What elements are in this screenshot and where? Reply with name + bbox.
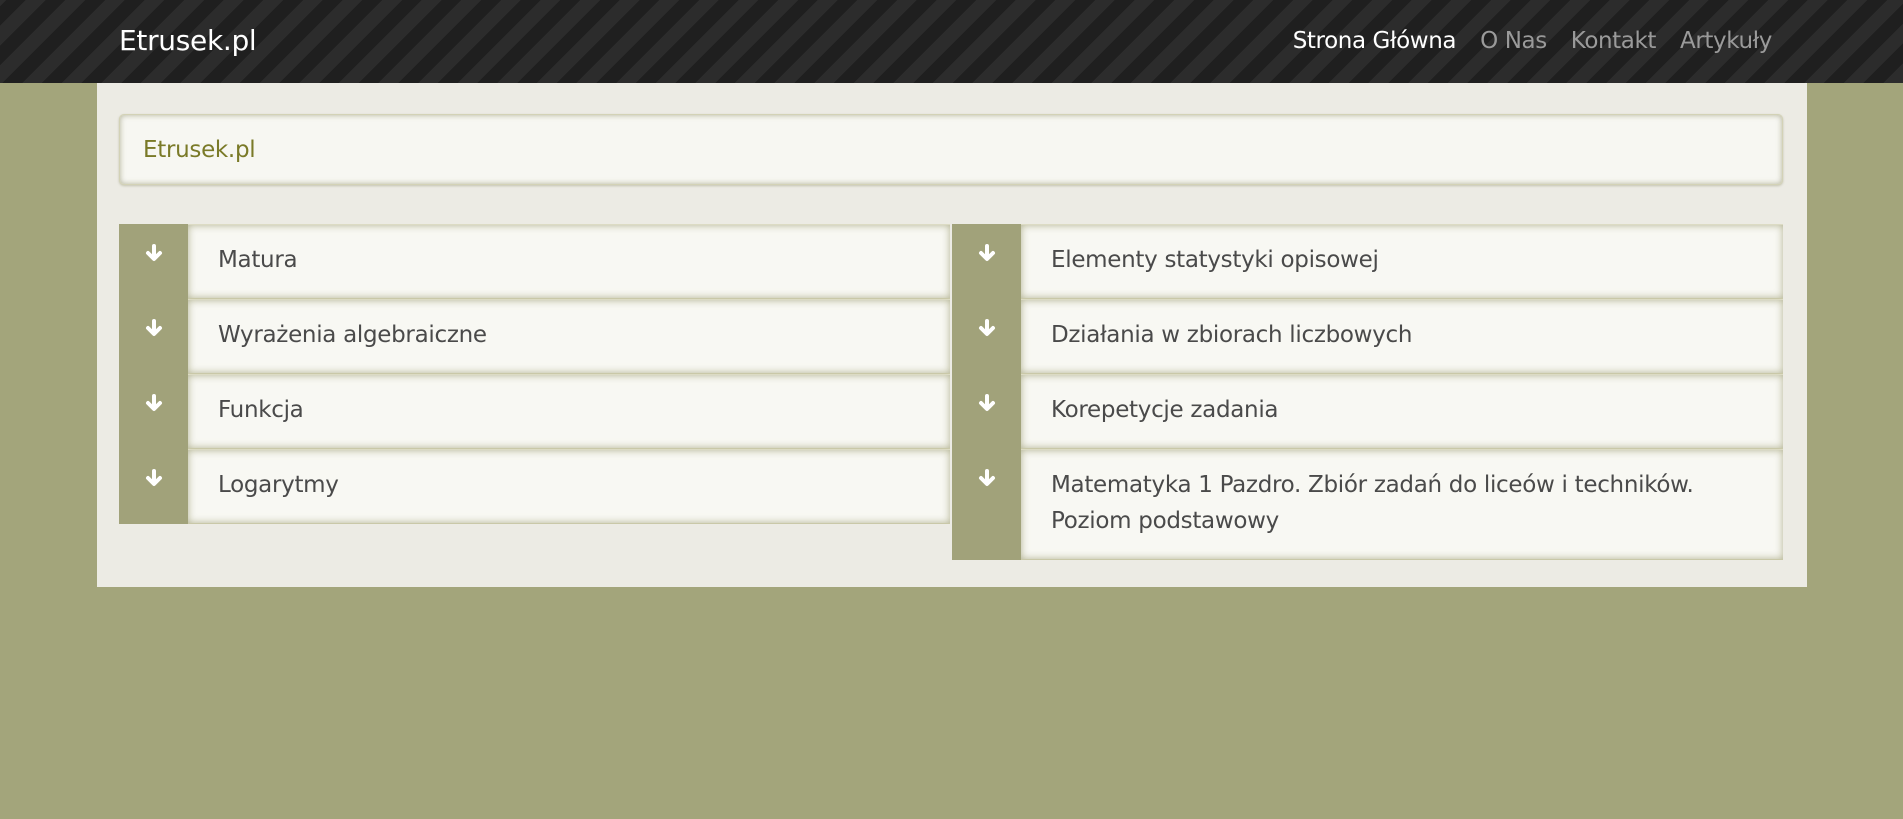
arrow-down-icon xyxy=(145,319,162,336)
marker xyxy=(952,299,1021,374)
marker xyxy=(119,224,188,299)
list-item-label: Funkcja xyxy=(188,374,950,449)
list-item-label: Wyrażenia algebraiczne xyxy=(188,299,950,374)
list-item[interactable]: Elementy statystyki opisowej xyxy=(952,224,1783,299)
marker xyxy=(952,374,1021,449)
arrow-down-icon xyxy=(978,319,995,336)
marker xyxy=(952,449,1021,560)
main-nav: Strona Główna O Nas Kontakt Artykuły xyxy=(1293,28,1773,54)
nav-link-articles[interactable]: Artykuły xyxy=(1680,28,1772,54)
arrow-down-icon xyxy=(978,394,995,411)
nav-link-home[interactable]: Strona Główna xyxy=(1293,28,1457,54)
nav-link-contact[interactable]: Kontakt xyxy=(1571,28,1657,54)
nav-item-home: Strona Główna xyxy=(1293,28,1457,54)
category-list-right: Elementy statystyki opisowej Działania w… xyxy=(952,224,1783,560)
list-item[interactable]: Wyrażenia algebraiczne xyxy=(119,299,950,374)
top-navbar: Etrusek.pl Strona Główna O Nas Kontakt A… xyxy=(0,0,1903,83)
list-item-label: Elementy statystyki opisowej xyxy=(1021,224,1783,299)
list-item-label: Działania w zbiorach liczbowych xyxy=(1021,299,1783,374)
marker xyxy=(119,449,188,524)
list-item[interactable]: Matematyka 1 Pazdro. Zbiór zadań do lice… xyxy=(952,449,1783,560)
list-item-label: Matura xyxy=(188,224,950,299)
list-item-label: Korepetycje zadania xyxy=(1021,374,1783,449)
nav-item-contact: Kontakt xyxy=(1571,28,1657,54)
list-item-label: Matematyka 1 Pazdro. Zbiór zadań do lice… xyxy=(1021,449,1783,560)
list-item[interactable]: Matura xyxy=(119,224,950,299)
nav-item-about: O Nas xyxy=(1480,28,1547,54)
breadcrumb: Etrusek.pl xyxy=(119,114,1783,185)
category-list-left: Matura Wyrażenia algebraiczne Funkcja Lo… xyxy=(119,224,950,524)
list-item[interactable]: Działania w zbiorach liczbowych xyxy=(952,299,1783,374)
arrow-down-icon xyxy=(978,469,995,486)
list-item[interactable]: Logarytmy xyxy=(119,449,950,524)
marker xyxy=(952,224,1021,299)
list-item-label: Logarytmy xyxy=(188,449,950,524)
marker xyxy=(119,374,188,449)
brand-logo-link[interactable]: Etrusek.pl xyxy=(119,24,257,57)
main-container: Etrusek.pl Matura Wyrażenia algebraiczne… xyxy=(97,83,1807,587)
arrow-down-icon xyxy=(145,394,162,411)
nav-item-articles: Artykuły xyxy=(1680,28,1772,54)
list-item[interactable]: Korepetycje zadania xyxy=(952,374,1783,449)
marker xyxy=(119,299,188,374)
arrow-down-icon xyxy=(145,244,162,261)
arrow-down-icon xyxy=(145,469,162,486)
nav-link-about[interactable]: O Nas xyxy=(1480,28,1547,54)
list-item[interactable]: Funkcja xyxy=(119,374,950,449)
arrow-down-icon xyxy=(978,244,995,261)
breadcrumb-link-home[interactable]: Etrusek.pl xyxy=(143,137,256,163)
